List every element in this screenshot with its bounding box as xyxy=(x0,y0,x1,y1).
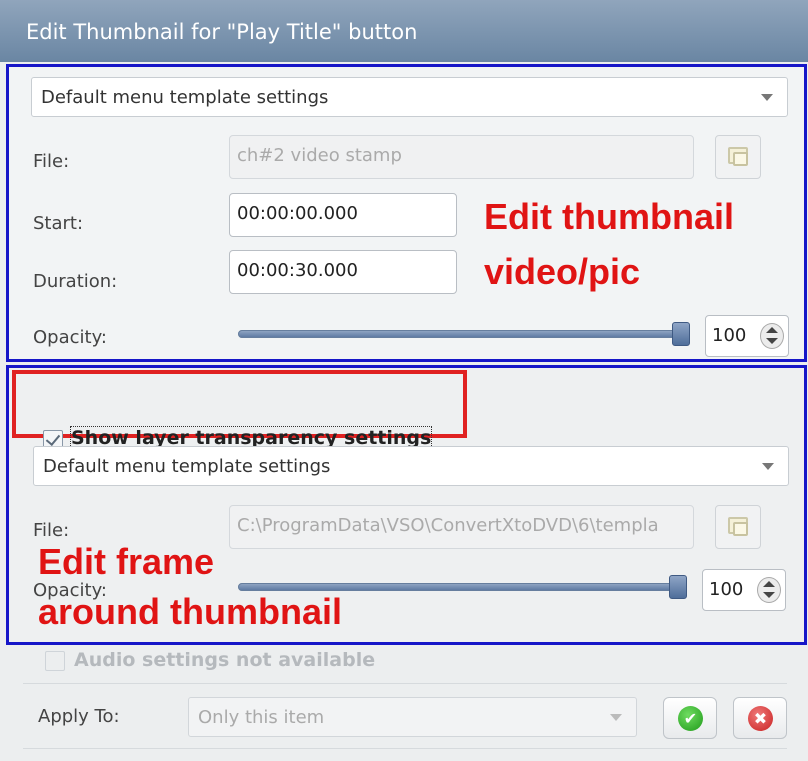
chevron-down-icon xyxy=(610,714,622,721)
frame-file-label: File: xyxy=(33,520,70,541)
annotation-edit-thumbnail: Edit thumbnail xyxy=(484,196,734,237)
duration-input[interactable]: 00:00:30.000 xyxy=(229,250,457,294)
cancel-button[interactable]: ✖ xyxy=(733,697,787,739)
frame-opacity-value: 100 xyxy=(709,579,744,600)
checkmark-icon xyxy=(45,430,61,447)
thumbnail-template-value: Default menu template settings xyxy=(41,87,329,108)
duration-label: Duration: xyxy=(33,271,118,292)
start-label: Start: xyxy=(33,213,84,234)
check-icon: ✔ xyxy=(678,706,703,731)
annotation-video-pic: video/pic xyxy=(484,251,641,292)
thumbnail-template-select[interactable]: Default menu template settings xyxy=(31,77,788,117)
thumbnail-opacity-stepper[interactable]: 100 xyxy=(705,315,789,357)
frame-opacity-stepper[interactable]: 100 xyxy=(702,569,786,611)
apply-to-value: Only this item xyxy=(198,707,325,728)
thumbnail-opacity-value: 100 xyxy=(712,325,747,346)
start-time-input[interactable]: 00:00:00.000 xyxy=(229,193,457,237)
thumbnail-browse-button[interactable] xyxy=(715,135,761,179)
frame-template-select[interactable]: Default menu template settings xyxy=(33,446,789,486)
apply-to-label: Apply To: xyxy=(38,706,120,727)
chevron-down-icon xyxy=(762,463,774,470)
slider-thumb[interactable] xyxy=(672,322,690,346)
slider-fill xyxy=(238,330,690,338)
audio-label: Audio settings not available xyxy=(74,649,376,671)
annotation-around-thumbnail: around thumbnail xyxy=(38,591,342,632)
slider-thumb[interactable] xyxy=(669,575,687,599)
apply-to-select: Only this item xyxy=(188,697,637,737)
chevron-down-icon xyxy=(761,94,773,101)
thumbnail-file-field: ch#2 video stamp xyxy=(229,135,694,179)
thumbnail-opacity-slider[interactable] xyxy=(238,322,690,346)
close-icon: ✖ xyxy=(748,706,773,731)
thumbnail-opacity-label: Opacity: xyxy=(33,327,107,348)
frame-browse-button[interactable] xyxy=(715,505,761,549)
thumbnail-file-label: File: xyxy=(33,151,70,172)
ok-button[interactable]: ✔ xyxy=(663,697,717,739)
spin-updown-icon[interactable] xyxy=(757,577,781,603)
annotation-edit-frame: Edit frame xyxy=(38,541,215,582)
frame-template-value: Default menu template settings xyxy=(43,456,331,477)
spin-updown-icon[interactable] xyxy=(760,323,784,349)
audio-checkbox xyxy=(45,651,65,671)
frame-file-field: C:\ProgramData\VSO\ConvertXtoDVD\6\templ… xyxy=(229,505,694,549)
window-title: Edit Thumbnail for "Play Title" button xyxy=(0,0,808,62)
